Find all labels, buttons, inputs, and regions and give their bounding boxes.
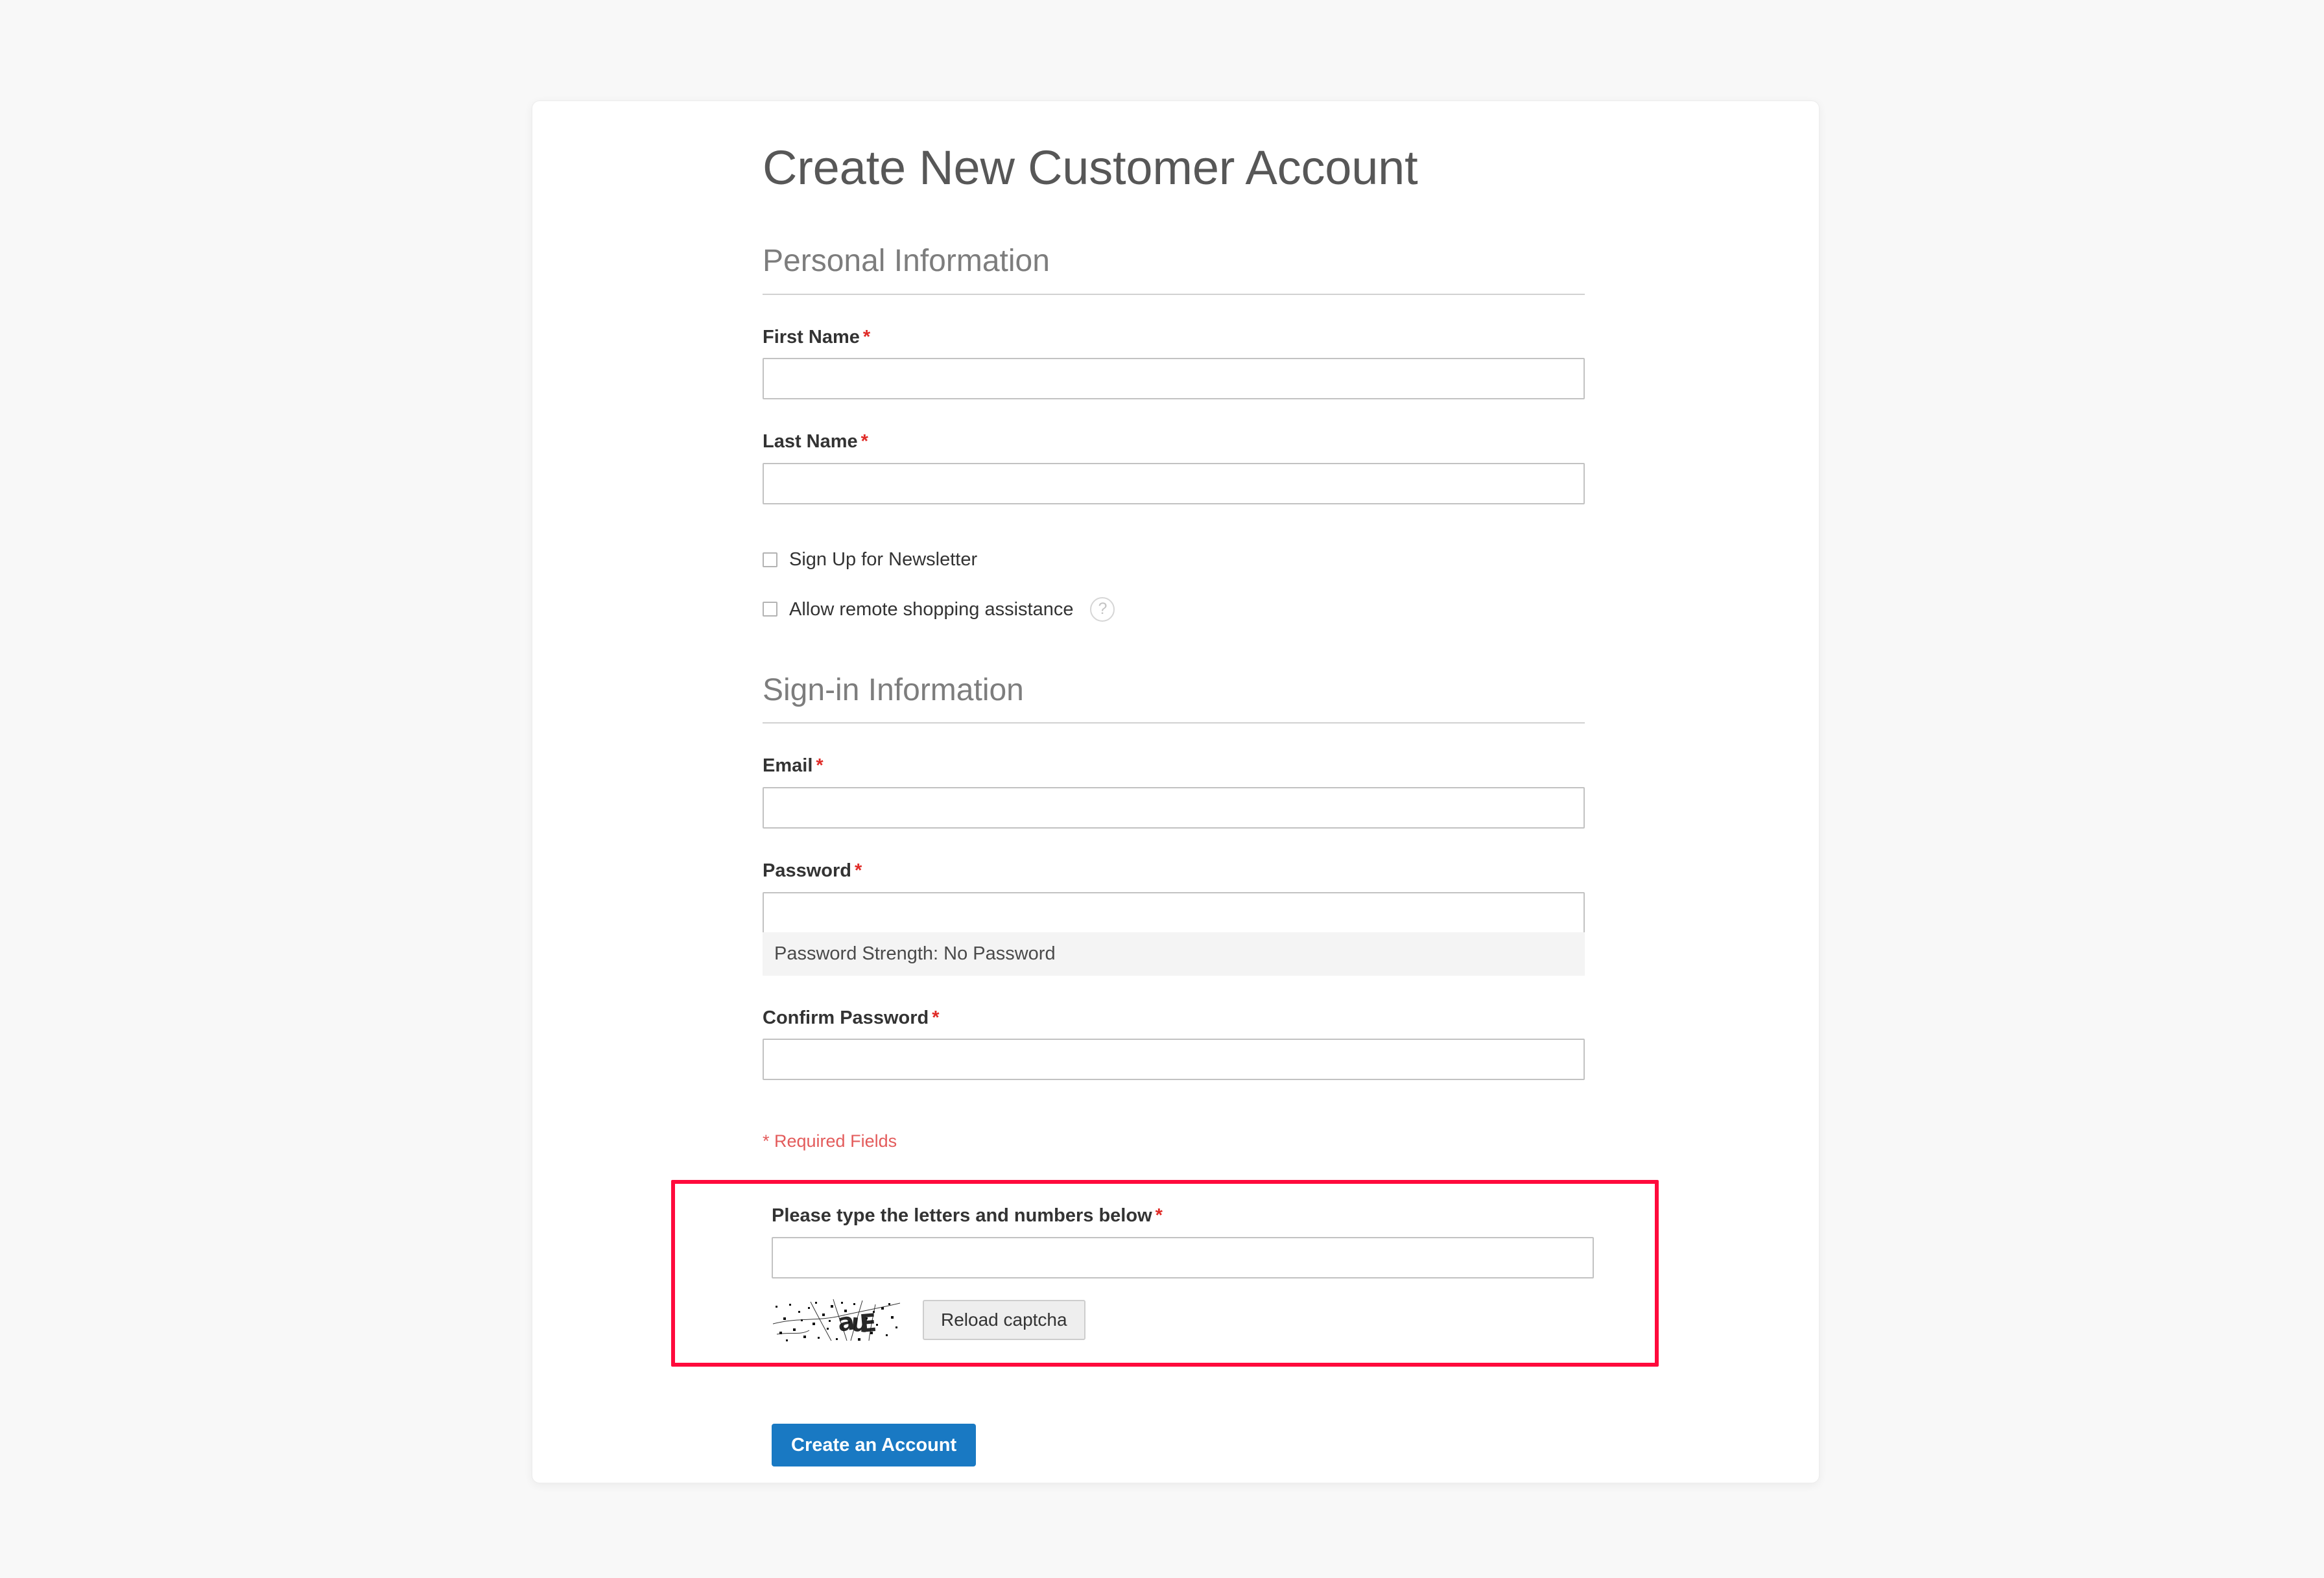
email-label: Email * — [763, 755, 824, 777]
remote-assistance-label: Allow remote shopping assistance — [789, 598, 1074, 620]
password-strength-meter: Password Strength: No Password — [763, 932, 1585, 976]
captcha-input[interactable] — [772, 1236, 1594, 1278]
confirm-password-label: Confirm Password * — [763, 1007, 940, 1028]
field-confirm-password: Confirm Password * — [763, 1007, 1767, 1081]
create-account-button[interactable]: Create an Account — [772, 1424, 977, 1466]
required-asterisk: * — [855, 860, 862, 881]
last-name-input[interactable] — [763, 463, 1585, 505]
field-email: Email * — [763, 755, 1767, 829]
fieldset-signin-information: Sign-in Information Email * Password * Pas… — [763, 672, 1767, 1152]
first-name-label: First Name * — [763, 326, 871, 347]
field-first-name: First Name * — [763, 326, 1767, 400]
page-title: Create New Customer Account — [763, 141, 1418, 194]
newsletter-checkbox[interactable] — [763, 552, 777, 568]
captcha-image-row: a u E Reload captcha — [772, 1297, 1634, 1342]
legend-personal-information: Personal Information — [763, 243, 1585, 295]
field-last-name: Last Name * — [763, 430, 1767, 505]
required-fields-note: * Required Fields — [763, 1131, 897, 1151]
required-asterisk: * — [816, 755, 824, 777]
captcha-image: a u E — [772, 1297, 901, 1342]
confirm-password-input[interactable] — [763, 1039, 1585, 1081]
required-asterisk: * — [1155, 1205, 1163, 1226]
question-mark-icon[interactable]: ? — [1090, 596, 1115, 622]
newsletter-checkbox-row[interactable]: Sign Up for Newsletter — [763, 548, 1767, 571]
last-name-label: Last Name * — [763, 431, 868, 453]
legend-signin-information: Sign-in Information — [763, 672, 1585, 724]
password-label: Password * — [763, 860, 862, 881]
required-asterisk: * — [932, 1007, 940, 1028]
remote-assistance-checkbox-row[interactable]: Allow remote shopping assistance ? — [763, 596, 1767, 622]
remote-assistance-checkbox[interactable] — [763, 602, 777, 617]
fieldset-personal-information: Personal Information First Name * Last Na… — [763, 243, 1767, 622]
required-asterisk: * — [862, 326, 871, 347]
newsletter-label: Sign Up for Newsletter — [789, 549, 978, 571]
page-root: Create New Customer Account Personal Inf… — [0, 0, 2324, 1578]
captcha-section: Please type the letters and numbers belo… — [772, 1205, 1634, 1342]
field-password: Password * Password Strength: No Password — [763, 860, 1767, 976]
svg-text:E: E — [859, 1308, 878, 1338]
email-input[interactable] — [763, 786, 1585, 829]
captcha-label: Please type the letters and numbers belo… — [772, 1205, 1163, 1226]
required-asterisk: * — [860, 431, 868, 453]
password-input[interactable] — [763, 891, 1585, 934]
first-name-input[interactable] — [763, 358, 1585, 400]
password-strength-text: Password Strength: No Password — [774, 943, 1056, 964]
reload-captcha-button[interactable]: Reload captcha — [923, 1299, 1085, 1340]
